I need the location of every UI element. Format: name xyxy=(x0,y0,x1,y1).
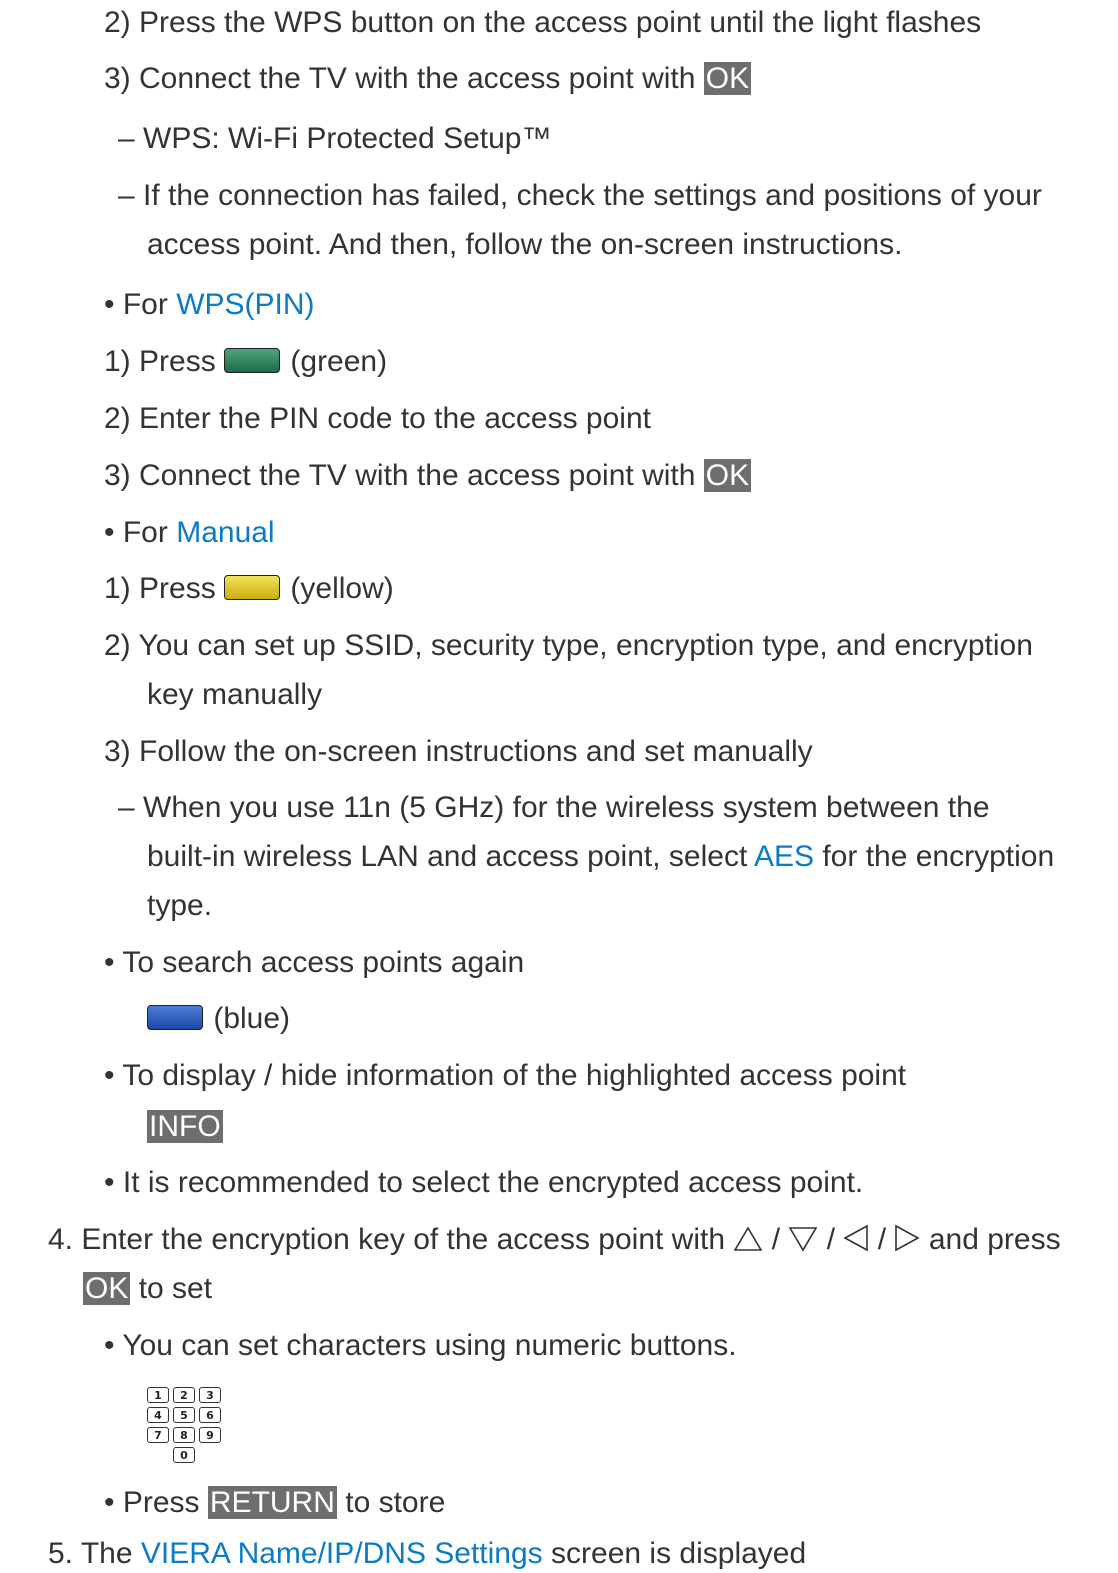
manual-note-line-1: – When you use 11n (5 GHz) for the wirel… xyxy=(118,791,990,824)
numeric-key-0: 0 xyxy=(173,1447,195,1463)
numeric-keypad-icon: 1 2 3 4 5 6 7 8 9 0 xyxy=(147,1387,227,1469)
up-arrow-icon xyxy=(733,1226,763,1251)
bullet-text: To display / hide information of the hig… xyxy=(122,1059,907,1092)
viera-settings-link[interactable]: VIERA Name/IP/DNS Settings xyxy=(141,1537,543,1570)
return-key: RETURN xyxy=(207,1486,337,1519)
blue-button-icon xyxy=(147,1005,203,1030)
bullet-text: Press xyxy=(122,1486,200,1519)
manual-step-2-line-2: key manually xyxy=(147,678,323,711)
bullet-dot: • xyxy=(104,1329,115,1362)
bullet-text: To search access points again xyxy=(122,946,525,979)
right-arrow-icon xyxy=(895,1224,921,1252)
note-text-suffix: for the encryption xyxy=(822,840,1055,873)
step-text: 1) Press xyxy=(104,345,216,378)
numeric-key-3: 3 xyxy=(199,1387,221,1403)
down-arrow-icon xyxy=(789,1227,818,1252)
step-4-line-1: 4. Enter the encryption key of the acces… xyxy=(48,1221,1061,1259)
bullet-text: You can set characters using numeric but… xyxy=(122,1329,737,1362)
step-text: to set xyxy=(138,1272,213,1305)
manual-note-line-3: type. xyxy=(147,889,213,922)
manual-step-2-line-1: 2) You can set up SSID, security type, e… xyxy=(104,629,1033,662)
step-text: 3) Connect the TV with the access point … xyxy=(104,459,696,492)
step-text-suffix: (green) xyxy=(290,345,388,378)
bullet-dot: • xyxy=(104,288,115,321)
separator: / xyxy=(771,1223,781,1256)
info-bullet: • To display / hide information of the h… xyxy=(104,1057,906,1095)
manual-link[interactable]: Manual xyxy=(176,516,274,549)
bullet-text: For xyxy=(122,288,168,321)
step-text-suffix: and press xyxy=(928,1223,1061,1256)
green-button-icon xyxy=(224,348,281,373)
recommend-bullet: • It is recommended to select the encryp… xyxy=(104,1164,863,1202)
ok-key: OK xyxy=(703,62,752,95)
step-text: 5. The xyxy=(48,1537,133,1570)
manual-step-1: 1) Press (yellow) xyxy=(104,570,394,608)
wps-pin-step-3: 3) Connect the TV with the access point … xyxy=(104,457,752,495)
search-key-line: (blue) xyxy=(147,1000,290,1038)
fail-note-line-1: – If the connection has failed, check th… xyxy=(118,179,1042,212)
aes-link[interactable]: AES xyxy=(754,840,814,873)
wps-pin-bullet: • For WPS(PIN) xyxy=(104,286,315,324)
left-arrow-icon xyxy=(843,1224,869,1252)
wps-pin-step-1: 1) Press (green) xyxy=(104,343,387,381)
search-bullet: • To search access points again xyxy=(104,944,524,982)
manual-note-line-2: built-in wireless LAN and access point, … xyxy=(147,838,1054,876)
numeric-key-1: 1 xyxy=(147,1387,169,1403)
bullet-dot: • xyxy=(104,1059,115,1092)
bullet-dot: • xyxy=(104,946,115,979)
bullet-text-suffix: to store xyxy=(345,1486,446,1519)
numeric-bullet: • You can set characters using numeric b… xyxy=(104,1327,737,1365)
ok-key: OK xyxy=(83,1272,131,1305)
numeric-key-7: 7 xyxy=(147,1427,169,1443)
wps-note: – WPS: Wi-Fi Protected Setup™ xyxy=(118,122,552,155)
bullet-dot: • xyxy=(104,516,115,549)
wps-step-3: 3) Connect the TV with the access point … xyxy=(104,60,752,98)
wps-step-2: 2) Press the WPS button on the access po… xyxy=(104,6,982,39)
return-bullet: • Press RETURN to store xyxy=(104,1484,445,1522)
step-text-suffix: (yellow) xyxy=(290,572,394,605)
separator: / xyxy=(826,1223,836,1256)
note-text: built-in wireless LAN and access point, … xyxy=(147,840,748,873)
info-key-line: INFO xyxy=(147,1108,223,1146)
numeric-key-9: 9 xyxy=(199,1427,221,1443)
bullet-text: For xyxy=(122,516,168,549)
numeric-key-5: 5 xyxy=(173,1407,195,1423)
manual-bullet: • For Manual xyxy=(104,514,275,552)
separator: / xyxy=(877,1223,887,1256)
yellow-button-icon xyxy=(224,575,281,600)
numeric-key-6: 6 xyxy=(199,1407,221,1423)
step-4-line-2: OK to set xyxy=(83,1270,212,1308)
step-5: 5. The VIERA Name/IP/DNS Settings screen… xyxy=(48,1535,806,1573)
numeric-key-2: 2 xyxy=(173,1387,195,1403)
step-text: 3) Connect the TV with the access point … xyxy=(104,62,696,95)
wps-pin-link[interactable]: WPS(PIN) xyxy=(176,288,314,321)
step-text: 1) Press xyxy=(104,572,216,605)
numeric-key-4: 4 xyxy=(147,1407,169,1423)
numeric-key-8: 8 xyxy=(173,1427,195,1443)
wps-pin-step-2: 2) Enter the PIN code to the access poin… xyxy=(104,402,651,435)
key-caption: (blue) xyxy=(213,1002,291,1035)
bullet-text: It is recommended to select the encrypte… xyxy=(122,1166,864,1199)
step-text-suffix: screen is displayed xyxy=(551,1537,807,1570)
bullet-dot: • xyxy=(104,1166,115,1199)
step-text: 4. Enter the encryption key of the acces… xyxy=(48,1223,726,1256)
info-key: INFO xyxy=(147,1110,223,1143)
manual-step-3: 3) Follow the on-screen instructions and… xyxy=(104,735,813,768)
fail-note-line-2: access point. And then, follow the on-sc… xyxy=(147,228,903,261)
bullet-dot: • xyxy=(104,1486,115,1519)
ok-key: OK xyxy=(703,459,752,492)
